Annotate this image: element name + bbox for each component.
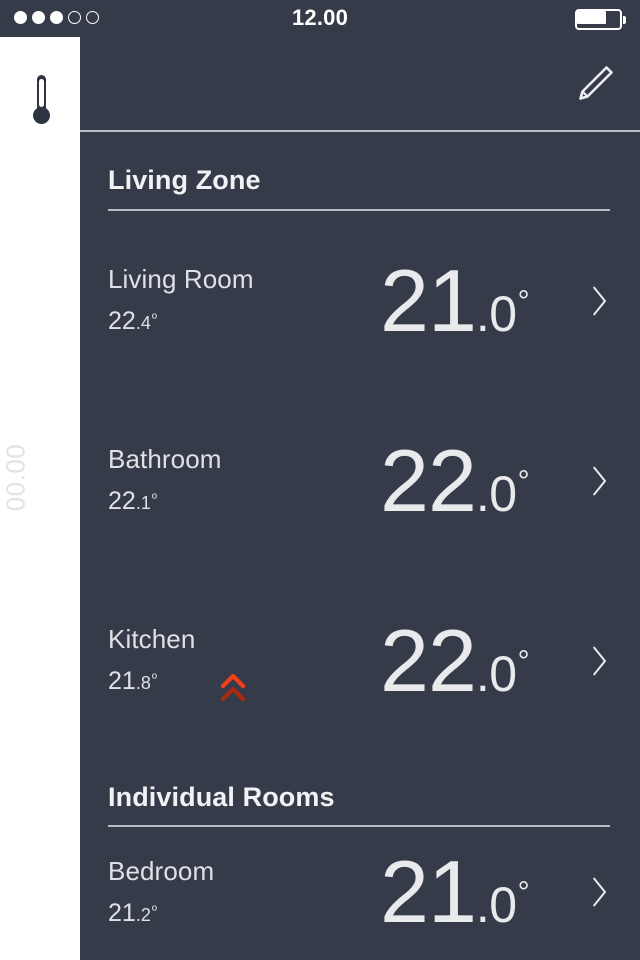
section-header-individual-rooms: Individual Rooms [108,751,610,828]
status-bar-clock: 12.00 [291,5,349,30]
app-root: 12.00 00.00 Living Zone Living Room 22 .… [0,0,640,960]
room-target-temperature[interactable]: 22 .0 ° [376,610,570,710]
room-info: Bathroom 22 .1 º [108,444,376,516]
thermometer-inner [39,79,44,107]
room-row-living-room[interactable]: Living Room 22 .4 º 21 .0 ° [108,211,610,391]
target-temp-degree: ° [517,284,530,318]
room-info: Living Room 22 .4 º [108,264,376,336]
room-list: Living Zone Living Room 22 .4 º 21 .0 ° [80,134,640,960]
thermometer-icon[interactable] [33,75,50,135]
room-target-temperature[interactable]: 21 .0 ° [376,250,570,350]
current-temp-integer: 22 [108,487,136,516]
room-row-bathroom[interactable]: Bathroom 22 .1 º 22 .0 ° [108,391,610,571]
battery-icon [575,9,626,30]
status-bar: 12.00 [0,0,640,37]
current-temp-degree: º [151,490,157,507]
left-nav-rail[interactable]: 00.00 [0,37,80,960]
target-temp-integer: 22 [380,610,477,710]
current-temp-decimal: .8 [135,673,151,694]
room-name: Bedroom [108,855,215,886]
target-temp-decimal: .0 [475,465,517,522]
current-temp-degree: º [151,310,157,327]
battery-fill-level [577,11,606,24]
target-temp-integer: 22 [380,430,477,530]
current-temp-integer: 21 [108,898,136,927]
room-name: Bathroom [108,444,222,475]
current-temp-integer: 22 [108,307,136,336]
room-target-temperature[interactable]: 21 .0 ° [376,842,570,942]
battery-cap [623,16,626,24]
current-temp-degree: º [151,670,157,687]
room-target-temperature[interactable]: 22 .0 ° [376,430,570,530]
current-temp-decimal: .2 [135,904,151,925]
room-name: Kitchen [108,624,196,655]
target-temp-decimal: .0 [475,645,517,702]
section-title: Living Zone [108,165,261,195]
current-temp-decimal: .1 [135,493,151,514]
heating-up-icon [220,673,246,705]
chevron-right-icon[interactable] [570,464,610,498]
thermometer-bulb [33,107,50,124]
target-temp-decimal: .0 [475,877,517,934]
chevron-right-icon[interactable] [570,284,610,318]
current-temp-integer: 21 [108,667,136,696]
room-row-bedroom[interactable]: Bedroom 21 .2 º 21 .0 ° [108,827,610,957]
room-name: Living Room [108,264,254,295]
room-info: Bedroom 21 .2 º [108,855,376,928]
target-temp-degree: ° [517,464,530,498]
chevron-right-icon[interactable] [570,875,610,909]
pencil-icon[interactable] [570,61,618,109]
target-temp-degree: ° [517,876,530,910]
target-temp-integer: 21 [380,250,477,350]
chevron-right-icon[interactable] [570,644,610,678]
target-temp-degree: ° [517,644,530,678]
app-header [80,37,640,132]
section-header-living-zone: Living Zone [108,134,610,211]
section-title: Individual Rooms [108,781,335,812]
current-temp-degree: º [151,901,157,918]
room-current-temperature: 22 .1 º [108,487,376,516]
room-row-kitchen[interactable]: Kitchen 21 .8 º 22 .0 ° [108,571,610,751]
rail-vertical-label: 00.00 [0,443,31,512]
room-current-temperature: 21 .2 º [108,899,376,928]
target-temp-decimal: .0 [475,285,517,342]
room-info: Kitchen 21 .8 º [108,624,376,702]
current-temp-decimal: .4 [135,313,151,334]
target-temp-integer: 21 [380,842,477,942]
room-current-temperature: 22 .4 º [108,307,376,336]
